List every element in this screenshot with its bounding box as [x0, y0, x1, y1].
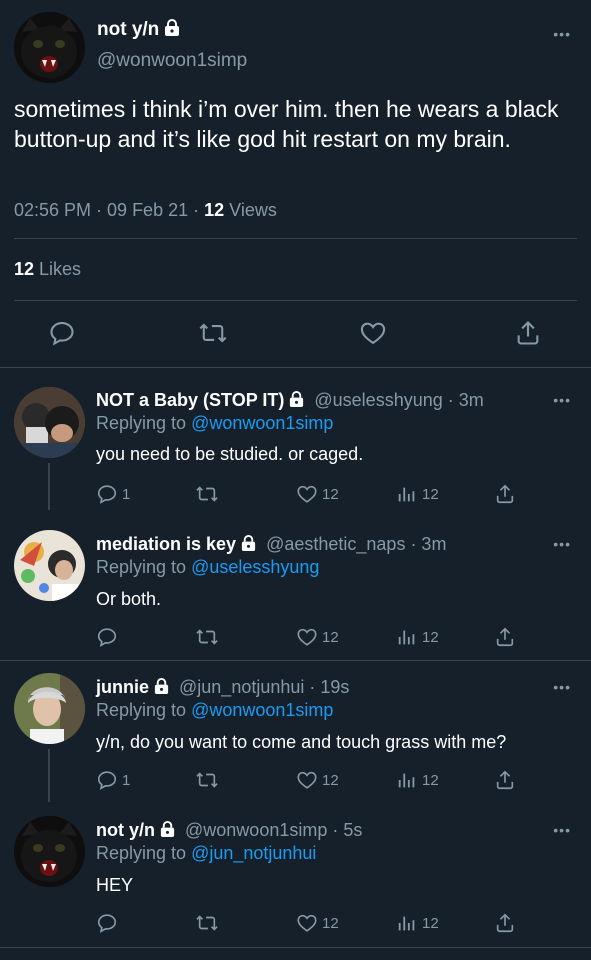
thread-line: [48, 463, 50, 510]
reply-icon[interactable]: 1: [96, 483, 130, 505]
replying-prefix: Replying to: [96, 843, 192, 863]
like-count: 12: [322, 914, 339, 932]
more-options-icon[interactable]: •••: [553, 536, 571, 552]
lock-icon: [240, 535, 257, 552]
retweet-icon[interactable]: [195, 769, 219, 791]
replying-to: Replying to @wonwoon1simp: [96, 413, 333, 434]
avatar-black-cat[interactable]: [14, 12, 85, 83]
more-options-icon[interactable]: •••: [553, 26, 571, 42]
share-icon[interactable]: [494, 483, 516, 505]
like-count: 12: [322, 771, 339, 789]
share-icon[interactable]: [514, 319, 542, 347]
retweet-icon[interactable]: [195, 626, 219, 648]
reply-handle-time[interactable]: @jun_notjunhui · 19s: [179, 677, 349, 697]
author-name[interactable]: not y/n: [97, 19, 181, 41]
lock-icon: [159, 821, 176, 838]
share-icon[interactable]: [494, 769, 516, 791]
author-name-text[interactable]: not y/n: [97, 19, 159, 40]
view-count: 12: [422, 771, 439, 789]
replying-to: Replying to @uselesshyung: [96, 557, 319, 578]
avatar-black-cat[interactable]: [14, 816, 85, 887]
reply-tweet[interactable]: NOT a Baby (STOP IT) @uselesshyung · 3m …: [0, 375, 591, 510]
divider: [0, 947, 591, 948]
views-count: 12: [204, 200, 225, 220]
divider: [14, 300, 577, 301]
reply-icon[interactable]: [48, 319, 76, 347]
replying-prefix: Replying to: [96, 700, 192, 720]
reply-text: y/n, do you want to come and touch grass…: [96, 732, 507, 752]
avatar-two-people[interactable]: [14, 387, 85, 458]
replying-to-handle[interactable]: @jun_notjunhui: [191, 843, 316, 863]
reply-author-name[interactable]: not y/n: [96, 820, 155, 840]
view-count: 12: [422, 914, 439, 932]
retweet-icon[interactable]: [195, 483, 219, 505]
views-icon[interactable]: 12: [396, 769, 439, 791]
reply-icon[interactable]: [96, 912, 122, 934]
reply-text: you need to be studied. or caged.: [96, 444, 364, 464]
reply-header: junnie @jun_notjunhui · 19s: [96, 677, 349, 698]
lock-icon: [288, 391, 305, 408]
reply-handle-time[interactable]: @uselesshyung · 3m: [314, 390, 483, 410]
reply-count: 1: [122, 485, 131, 503]
views-label: Views: [224, 200, 277, 220]
reply-author-name[interactable]: NOT a Baby (STOP IT): [96, 390, 284, 410]
tweet-timestamp[interactable]: 02:56 PM · 09 Feb 21 ·: [14, 200, 204, 220]
reply-header: not y/n @wonwoon1simp · 5s: [96, 820, 362, 841]
thread-line: [48, 749, 50, 802]
divider: [14, 238, 577, 239]
views-icon[interactable]: 12: [396, 626, 439, 648]
retweet-icon[interactable]: [198, 319, 228, 347]
avatar-junnie[interactable]: [14, 673, 85, 744]
tweet-text: sometimes i think i’m over him. then he …: [14, 96, 559, 152]
reply-author-name[interactable]: mediation is key: [96, 534, 236, 554]
likes-label: Likes: [34, 259, 82, 279]
view-count: 12: [422, 485, 439, 503]
like-count: 12: [322, 628, 339, 646]
replying-to-handle[interactable]: @wonwoon1simp: [191, 413, 333, 433]
share-icon[interactable]: [494, 626, 516, 648]
replying-to-handle[interactable]: @wonwoon1simp: [191, 700, 333, 720]
like-count: 12: [322, 485, 339, 503]
replying-prefix: Replying to: [96, 413, 192, 433]
replying-prefix: Replying to: [96, 557, 192, 577]
like-icon[interactable]: 12: [296, 483, 339, 505]
like-icon[interactable]: [359, 319, 387, 347]
more-options-icon[interactable]: •••: [553, 392, 571, 408]
likes-summary[interactable]: 12 Likes: [14, 259, 81, 280]
tweet-meta: 02:56 PM · 09 Feb 21 · 12 Views: [14, 200, 277, 221]
lock-icon: [153, 678, 170, 695]
reply-header: mediation is key @aesthetic_naps · 3m: [96, 534, 446, 555]
views-icon[interactable]: 12: [396, 483, 439, 505]
reply-icon[interactable]: 1: [96, 769, 130, 791]
reply-tweet[interactable]: mediation is key @aesthetic_naps · 3m ••…: [0, 518, 591, 658]
views-icon[interactable]: 12: [396, 912, 439, 934]
more-options-icon[interactable]: •••: [553, 679, 571, 695]
reply-handle-time[interactable]: @aesthetic_naps · 3m: [266, 534, 446, 554]
lock-icon: [163, 19, 181, 37]
view-count: 12: [422, 628, 439, 646]
reply-handle-time[interactable]: @wonwoon1simp · 5s: [185, 820, 362, 840]
likes-count: 12: [14, 259, 35, 279]
replying-to: Replying to @wonwoon1simp: [96, 700, 333, 721]
more-options-icon[interactable]: •••: [553, 822, 571, 838]
replying-to: Replying to @jun_notjunhui: [96, 843, 316, 864]
reply-tweet[interactable]: junnie @jun_notjunhui · 19s ••• Replying…: [0, 661, 591, 802]
replying-to-handle[interactable]: @uselesshyung: [191, 557, 319, 577]
like-icon[interactable]: 12: [296, 912, 339, 934]
author-handle[interactable]: @wonwoon1simp: [97, 50, 247, 72]
reply-icon[interactable]: [96, 626, 122, 648]
retweet-icon[interactable]: [195, 912, 219, 934]
reply-tweet[interactable]: not y/n @wonwoon1simp · 5s ••• Replying …: [0, 804, 591, 947]
reply-count: 1: [122, 771, 131, 789]
avatar-colorful-bubbles[interactable]: [14, 530, 85, 601]
like-icon[interactable]: 12: [296, 626, 339, 648]
divider: [0, 367, 591, 368]
reply-text: Or both.: [96, 589, 162, 609]
like-icon[interactable]: 12: [296, 769, 339, 791]
share-icon[interactable]: [494, 912, 516, 934]
reply-text: HEY: [96, 875, 134, 895]
reply-author-name[interactable]: junnie: [96, 677, 149, 697]
main-tweet: not y/n @wonwoon1simp ••• sometimes i th…: [0, 0, 591, 367]
reply-header: NOT a Baby (STOP IT) @uselesshyung · 3m: [96, 390, 484, 411]
